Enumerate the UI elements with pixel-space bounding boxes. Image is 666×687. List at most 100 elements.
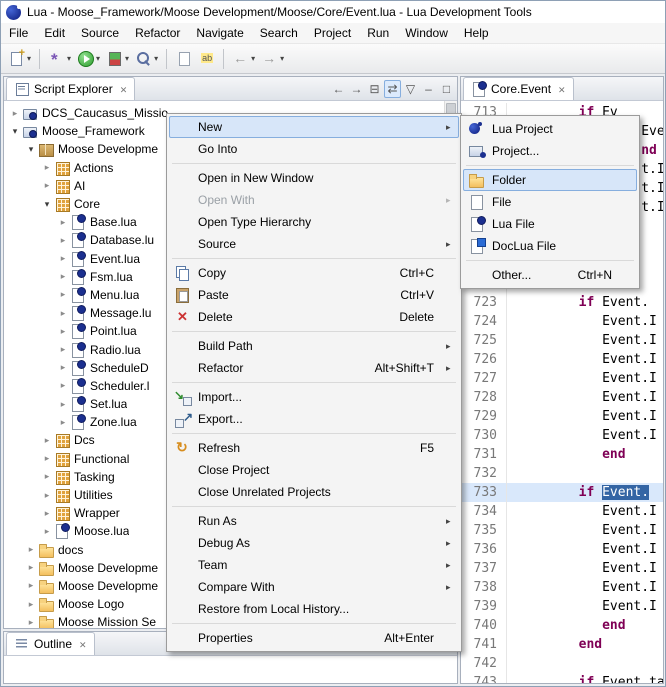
dropdown-arrow-icon[interactable]: ▾ — [251, 54, 255, 63]
expand-arrow-icon[interactable]: ▸ — [56, 417, 70, 428]
code-line[interactable]: 730 Event.I — [461, 426, 663, 445]
expand-arrow-icon[interactable]: ▸ — [56, 362, 70, 373]
expand-arrow-icon[interactable]: ▸ — [40, 435, 54, 446]
expand-arrow-icon[interactable]: ▸ — [56, 235, 70, 246]
dropdown-arrow-icon[interactable]: ▾ — [27, 54, 31, 63]
menu-item-run-as[interactable]: Run As▸ — [169, 510, 459, 532]
expand-arrow-icon[interactable]: ▸ — [40, 180, 54, 191]
tab-script-explorer[interactable]: Script Explorer — [6, 77, 135, 100]
menu-item-open-in-new-window[interactable]: Open in New Window — [169, 167, 459, 189]
dropdown-arrow-icon[interactable]: ▾ — [125, 54, 129, 63]
collapse-arrow-icon[interactable]: ▾ — [24, 144, 38, 155]
menubar-item-project[interactable]: Project — [306, 23, 359, 44]
expand-arrow-icon[interactable]: ▸ — [40, 162, 54, 173]
document-button[interactable] — [173, 47, 194, 71]
expand-arrow-icon[interactable]: ▸ — [56, 271, 70, 282]
submenu-item-lua-project[interactable]: Lua Project — [463, 118, 637, 140]
menubar-item-source[interactable]: Source — [73, 23, 127, 44]
expand-arrow-icon[interactable]: ▸ — [24, 562, 38, 573]
code-line[interactable]: 724 Event.I — [461, 312, 663, 331]
collapse-arrow-icon[interactable]: ▾ — [40, 199, 54, 210]
code-line[interactable]: 727 Event.I — [461, 369, 663, 388]
code-line[interactable]: 743 if Event.ta — [461, 673, 663, 684]
close-icon[interactable] — [555, 82, 566, 96]
menu-item-compare-with[interactable]: Compare With▸ — [169, 576, 459, 598]
code-line[interactable]: 725 Event.I — [461, 331, 663, 350]
code-line[interactable]: 731 end — [461, 445, 663, 464]
tab-outline[interactable]: Outline — [6, 632, 95, 655]
view-menu-icon[interactable]: ▽ — [402, 80, 419, 98]
menu-item-delete[interactable]: DeleteDelete — [169, 306, 459, 328]
minimize-icon[interactable]: – — [420, 80, 437, 98]
forward-button[interactable]: ▾ — [259, 47, 286, 71]
expand-arrow-icon[interactable]: ▸ — [56, 217, 70, 228]
submenu-item-folder[interactable]: Folder — [463, 169, 637, 191]
menu-item-open-type-hierarchy[interactable]: Open Type Hierarchy — [169, 211, 459, 233]
menubar-item-edit[interactable]: Edit — [36, 23, 73, 44]
expand-arrow-icon[interactable]: ▸ — [40, 490, 54, 501]
expand-arrow-icon[interactable]: ▸ — [56, 326, 70, 337]
submenu-item-lua-file[interactable]: Lua File — [463, 213, 637, 235]
new-button[interactable]: ▾ — [6, 47, 33, 71]
collapse-arrow-icon[interactable]: ▾ — [8, 126, 22, 137]
expand-arrow-icon[interactable]: ▸ — [56, 308, 70, 319]
dropdown-arrow-icon[interactable]: ▾ — [280, 54, 284, 63]
menu-item-team[interactable]: Team▸ — [169, 554, 459, 576]
menu-item-build-path[interactable]: Build Path▸ — [169, 335, 459, 357]
close-icon[interactable] — [117, 82, 128, 96]
menubar-item-refactor[interactable]: Refactor — [127, 23, 188, 44]
menu-item-export[interactable]: Export... — [169, 408, 459, 430]
menubar-item-help[interactable]: Help — [456, 23, 497, 44]
dropdown-arrow-icon[interactable]: ▾ — [154, 54, 158, 63]
code-line[interactable]: 736 Event.I — [461, 540, 663, 559]
expand-arrow-icon[interactable]: ▸ — [24, 544, 38, 555]
expand-arrow-icon[interactable]: ▸ — [24, 580, 38, 591]
code-line[interactable]: 729 Event.I — [461, 407, 663, 426]
dropdown-arrow-icon[interactable]: ▾ — [96, 54, 100, 63]
close-icon[interactable] — [76, 637, 87, 651]
code-line[interactable]: 732 — [461, 464, 663, 483]
code-line[interactable]: 741 end — [461, 635, 663, 654]
menu-item-source[interactable]: Source▸ — [169, 233, 459, 255]
code-line[interactable]: 742 — [461, 654, 663, 673]
expand-arrow-icon[interactable]: ▸ — [56, 289, 70, 300]
expand-arrow-icon[interactable]: ▸ — [40, 526, 54, 537]
run-button[interactable]: ▾ — [75, 47, 102, 71]
menu-item-go-into[interactable]: Go Into — [169, 138, 459, 160]
expand-arrow-icon[interactable]: ▸ — [40, 508, 54, 519]
expand-arrow-icon[interactable]: ▸ — [40, 471, 54, 482]
menubar-item-window[interactable]: Window — [397, 23, 456, 44]
code-line[interactable]: 723 if Event. — [461, 293, 663, 312]
menubar-item-navigate[interactable]: Navigate — [188, 23, 251, 44]
back-button[interactable]: ▾ — [230, 47, 257, 71]
dropdown-arrow-icon[interactable]: ▾ — [67, 54, 71, 63]
mark-occurrences-button[interactable] — [196, 47, 217, 71]
code-line[interactable]: 737 Event.I — [461, 559, 663, 578]
submenu-item-project[interactable]: Project... — [463, 140, 637, 162]
menu-item-new[interactable]: New▸ — [169, 116, 459, 138]
expand-arrow-icon[interactable]: ▸ — [8, 108, 22, 119]
coverage-button[interactable]: ▾ — [104, 47, 131, 71]
search-button[interactable]: ▾ — [133, 47, 160, 71]
expand-arrow-icon[interactable]: ▸ — [56, 253, 70, 264]
maximize-icon[interactable]: □ — [438, 80, 455, 98]
submenu-item-doclua-file[interactable]: DocLua File — [463, 235, 637, 257]
menu-item-refresh[interactable]: RefreshF5 — [169, 437, 459, 459]
expand-arrow-icon[interactable]: ▸ — [40, 453, 54, 464]
menubar-item-run[interactable]: Run — [359, 23, 397, 44]
link-with-editor-icon[interactable]: ⇄ — [384, 80, 401, 98]
menu-item-close-unrelated-projects[interactable]: Close Unrelated Projects — [169, 481, 459, 503]
back-icon[interactable]: ← — [330, 80, 347, 98]
menu-item-refactor[interactable]: RefactorAlt+Shift+T▸ — [169, 357, 459, 379]
expand-arrow-icon[interactable]: ▸ — [24, 617, 38, 628]
code-line[interactable]: 734 Event.I — [461, 502, 663, 521]
menu-item-copy[interactable]: CopyCtrl+C — [169, 262, 459, 284]
code-line[interactable]: 738 Event.I — [461, 578, 663, 597]
forward-icon[interactable]: → — [348, 80, 365, 98]
code-line[interactable]: 726 Event.I — [461, 350, 663, 369]
tab-core-event[interactable]: Core.Event — [463, 77, 574, 100]
expand-arrow-icon[interactable]: ▸ — [56, 380, 70, 391]
collapse-all-icon[interactable]: ⊟ — [366, 80, 383, 98]
code-line[interactable]: 728 Event.I — [461, 388, 663, 407]
menu-item-debug-as[interactable]: Debug As▸ — [169, 532, 459, 554]
